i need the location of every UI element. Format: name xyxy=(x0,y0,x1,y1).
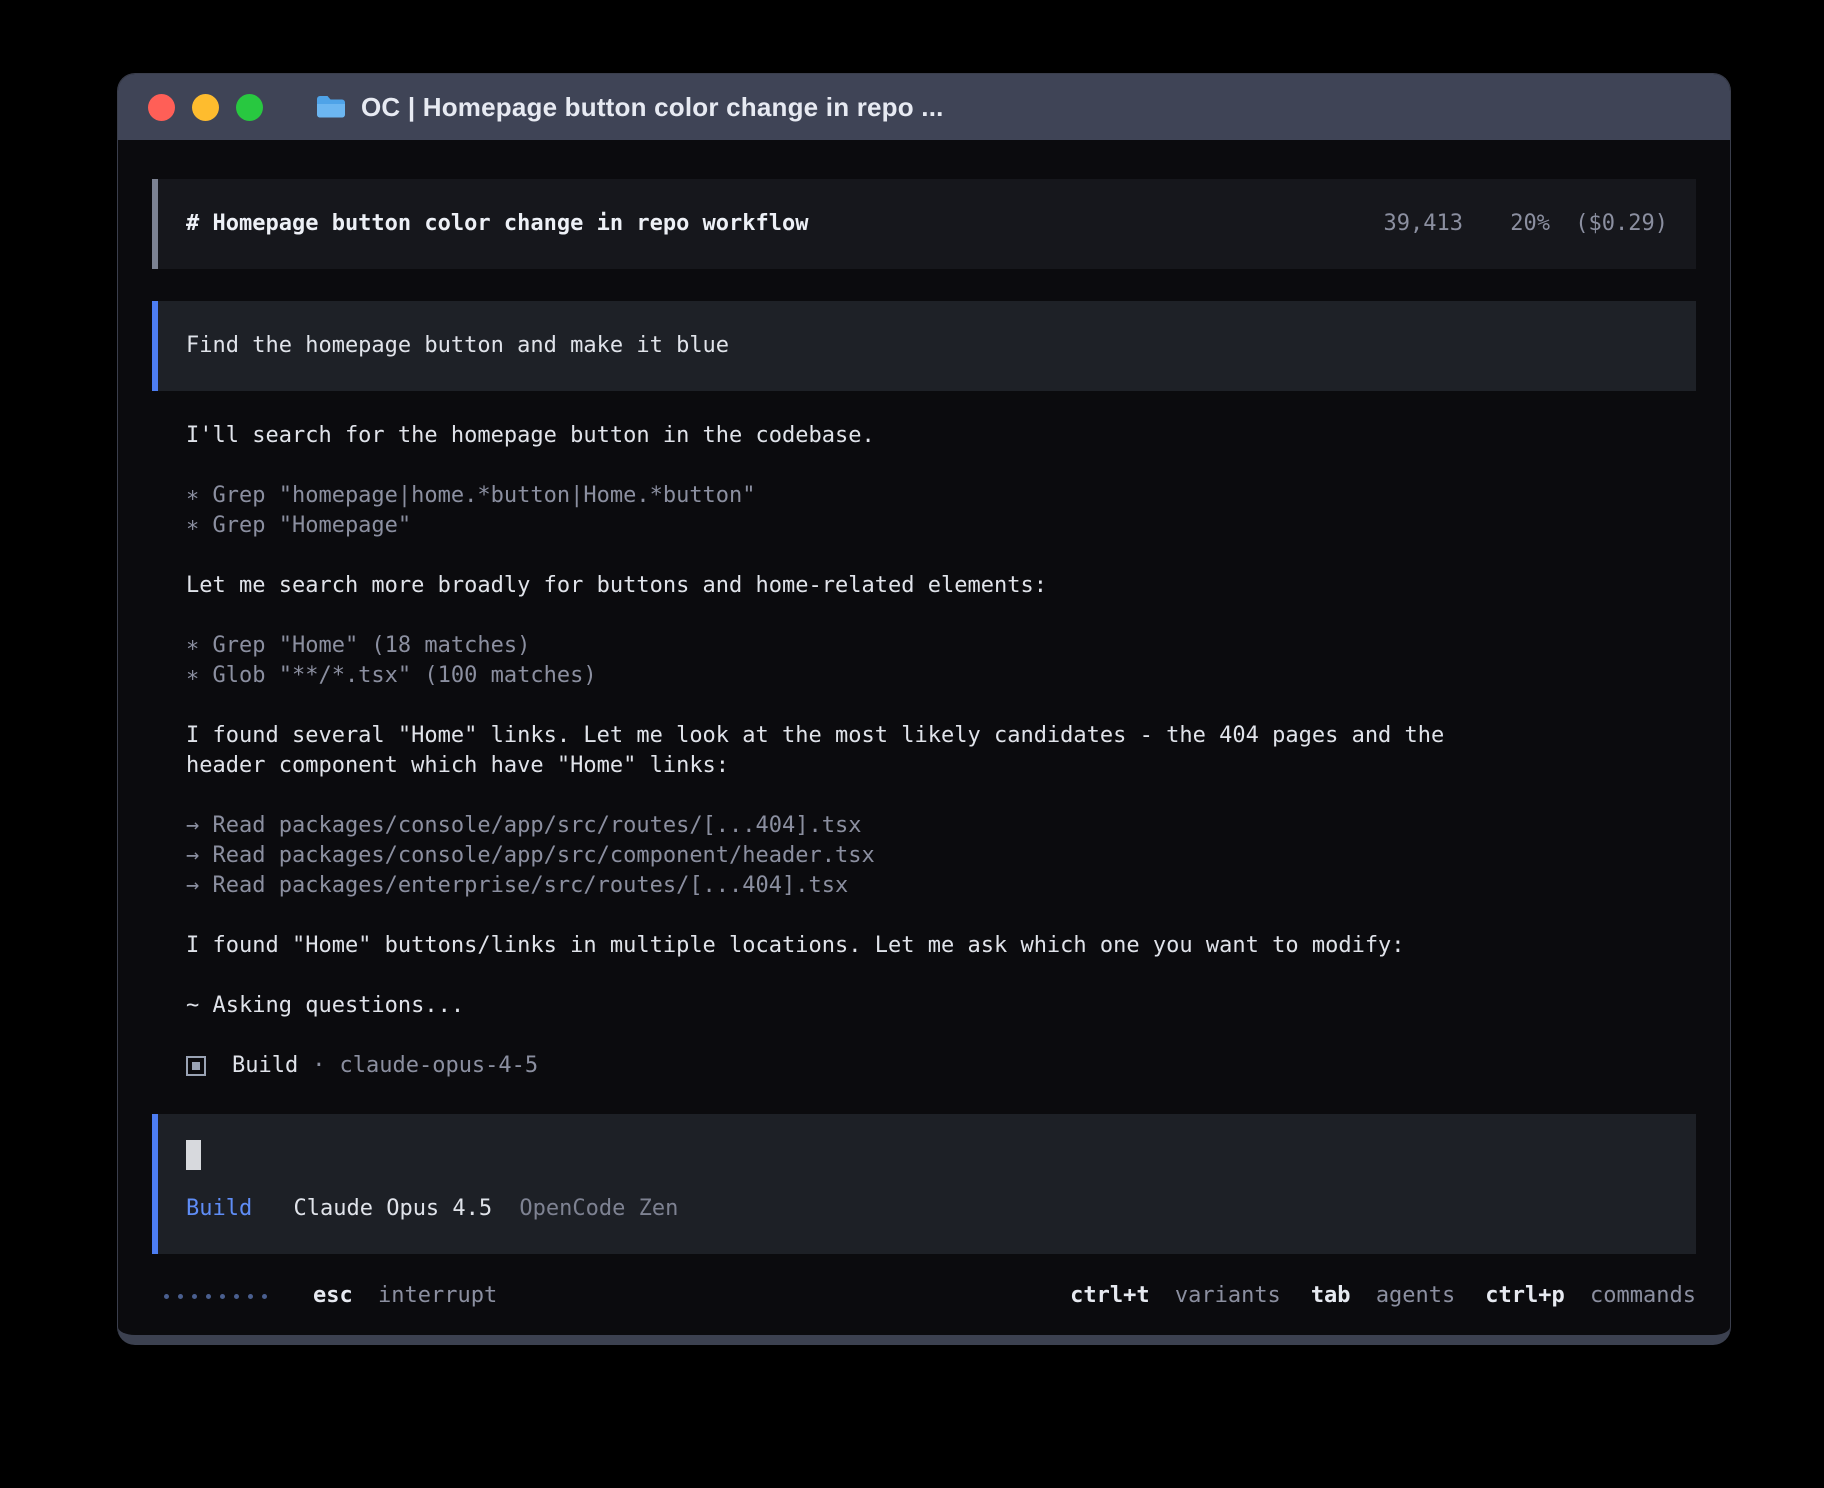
assistant-text: I'll search for the homepage button in t… xyxy=(186,421,1486,451)
agent-status-line: Build · claude-opus-4-5 xyxy=(186,1051,1696,1081)
tool-call: → Read packages/console/app/src/routes/[… xyxy=(186,811,1696,841)
asking-questions-status: ~ Asking questions... xyxy=(186,991,1486,1021)
terminal-window: OC | Homepage button color change in rep… xyxy=(117,73,1731,1345)
shortcut-hints: ctrl+t variants tab agents ctrl+p comman… xyxy=(1040,1281,1696,1311)
assistant-text: Let me search more broadly for buttons a… xyxy=(186,571,1486,601)
conversation: I'll search for the homepage button in t… xyxy=(152,421,1696,1081)
tool-calls-grep-glob: ∗ Grep "Home" (18 matches) ∗ Glob "**/*.… xyxy=(186,631,1696,691)
traffic-lights xyxy=(148,94,263,121)
prompt-input[interactable]: Build Claude Opus 4.5 OpenCode Zen xyxy=(152,1114,1696,1254)
shortcut-key: ctrl+p xyxy=(1485,1283,1564,1308)
agent-model: claude-opus-4-5 xyxy=(339,1051,538,1081)
shortcut-label: interrupt xyxy=(378,1283,497,1308)
provider-indicator: OpenCode Zen xyxy=(519,1196,678,1221)
folder-icon xyxy=(315,94,347,120)
separator-dot: · xyxy=(312,1051,325,1081)
tool-call: → Read packages/enterprise/src/routes/[.… xyxy=(186,871,1696,901)
statusbar: esc interrupt ctrl+t variants tab agents… xyxy=(152,1281,1696,1311)
shortcut-label: variants xyxy=(1175,1283,1281,1308)
shortcut-variants[interactable]: ctrl+t variants xyxy=(1070,1281,1281,1311)
context-percent: 20% xyxy=(1510,211,1550,236)
close-button[interactable] xyxy=(148,94,175,121)
shortcut-label: commands xyxy=(1590,1283,1696,1308)
shortcut-key: ctrl+t xyxy=(1070,1283,1149,1308)
shortcut-key: esc xyxy=(313,1283,353,1308)
zoom-button[interactable] xyxy=(236,94,263,121)
session-stats: 39,413 20% ($0.29) xyxy=(1384,209,1668,239)
tool-call: ∗ Glob "**/*.tsx" (100 matches) xyxy=(186,661,1696,691)
tool-calls-read: → Read packages/console/app/src/routes/[… xyxy=(186,811,1696,901)
tool-call: ∗ Grep "Homepage" xyxy=(186,511,1696,541)
text-cursor[interactable] xyxy=(186,1140,201,1170)
tool-call: → Read packages/console/app/src/componen… xyxy=(186,841,1696,871)
shortcut-agents[interactable]: tab agents xyxy=(1311,1281,1455,1311)
shortcut-key: tab xyxy=(1311,1283,1351,1308)
tool-calls-grep: ∗ Grep "homepage|home.*button|Home.*butt… xyxy=(186,481,1696,541)
session-cost: ($0.29) xyxy=(1575,211,1668,236)
agent-name: Build xyxy=(232,1051,298,1081)
mode-indicator[interactable]: Build xyxy=(186,1196,252,1221)
user-message: Find the homepage button and make it blu… xyxy=(152,301,1696,391)
model-indicator[interactable]: Claude Opus 4.5 xyxy=(293,1196,492,1221)
tool-call: ∗ Grep "Home" (18 matches) xyxy=(186,631,1696,661)
minimize-button[interactable] xyxy=(192,94,219,121)
shortcut-label: agents xyxy=(1376,1283,1455,1308)
token-count: 39,413 xyxy=(1384,211,1463,236)
user-message-text: Find the homepage button and make it blu… xyxy=(186,333,729,358)
agent-square-icon xyxy=(186,1056,206,1076)
terminal-content: # Homepage button color change in repo w… xyxy=(118,140,1730,1335)
session-title: # Homepage button color change in repo w… xyxy=(186,209,809,239)
session-header: # Homepage button color change in repo w… xyxy=(152,179,1696,269)
window-title: OC | Homepage button color change in rep… xyxy=(361,92,944,123)
tool-call: ∗ Grep "homepage|home.*button|Home.*butt… xyxy=(186,481,1696,511)
spinner-dots-icon xyxy=(164,1294,267,1299)
shortcut-interrupt[interactable]: esc interrupt xyxy=(313,1281,497,1311)
title-wrap: OC | Homepage button color change in rep… xyxy=(315,92,944,123)
titlebar[interactable]: OC | Homepage button color change in rep… xyxy=(118,74,1730,140)
assistant-text: I found several "Home" links. Let me loo… xyxy=(186,721,1486,781)
shortcut-commands[interactable]: ctrl+p commands xyxy=(1485,1281,1696,1311)
assistant-text: I found "Home" buttons/links in multiple… xyxy=(186,931,1486,961)
input-footer: Build Claude Opus 4.5 OpenCode Zen xyxy=(186,1194,1668,1224)
